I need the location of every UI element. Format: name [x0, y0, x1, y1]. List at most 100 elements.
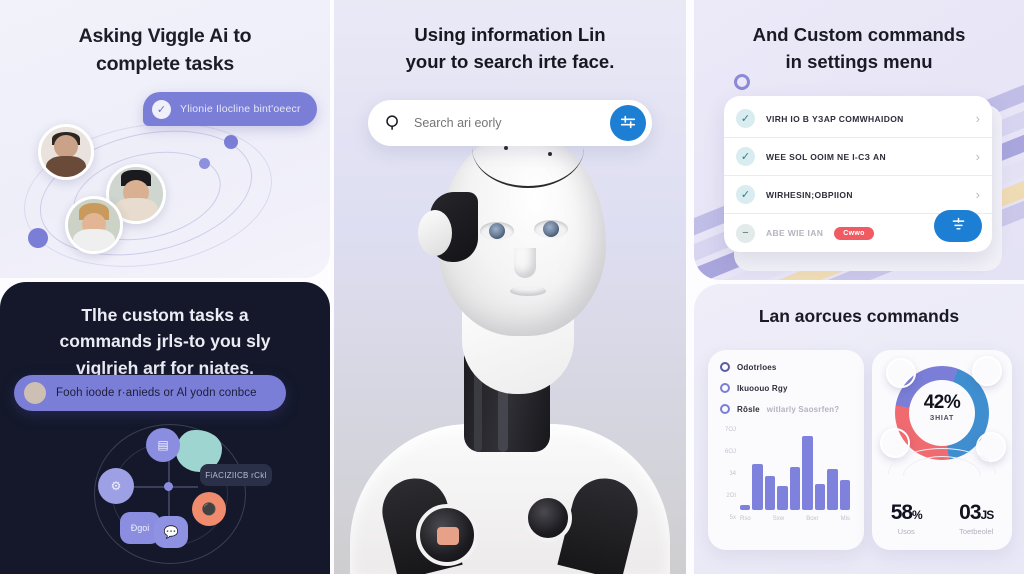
add-filter-icon [950, 216, 967, 236]
panel-asking-viggle: Asking Viggle Ai to complete tasks ✓ Yli… [0, 0, 330, 278]
search-bar[interactable] [368, 100, 652, 146]
minus-circle-icon: − [736, 223, 755, 243]
stat-value: 58% [890, 501, 923, 525]
search-input[interactable] [402, 116, 610, 130]
panel-asking-title: Asking Viggle Ai to complete tasks [0, 22, 330, 79]
panel-settings-title-line1: And Custom commands [752, 24, 966, 45]
bar [740, 505, 751, 510]
settings-row[interactable]: ✓ VIRΗ IΟ Β YЗAP COMWHAIDON › [724, 100, 992, 138]
search-action-button[interactable] [610, 105, 646, 141]
avatar[interactable] [972, 356, 1002, 386]
avatar[interactable] [65, 196, 123, 254]
y-tick-label: 5x [729, 515, 736, 521]
orbit-dot [199, 158, 210, 169]
legend-label: Odotrloes [737, 362, 777, 372]
legend-sublabel: witlarly Ѕaosrfen? [766, 404, 840, 414]
add-filter-button[interactable] [934, 210, 982, 242]
panel-asking-title-line2: complete tasks [95, 53, 235, 76]
settings-row[interactable]: ✓ WEE SOL OOIM NE I-CЗ AN › [724, 138, 992, 176]
check-circle-icon: ✓ [736, 147, 755, 166]
legend-item: Ikuoouo Rgy [720, 383, 852, 393]
avatar[interactable] [38, 124, 94, 180]
legend-label: Ikuoouo Rgy [737, 383, 788, 393]
stat-number: 58 [890, 501, 913, 524]
screenshot-root: Asking Viggle Ai to complete tasks ✓ Yli… [0, 0, 1024, 574]
avatar [24, 382, 46, 404]
assistant-message-text: Ylionie Ilocline bint'oeecr [180, 103, 301, 115]
check-circle-icon: ✓ [736, 109, 755, 128]
orbit-dot [28, 228, 48, 248]
settings-row[interactable]: ✓ WIRHESIN;OВРIION › [724, 176, 992, 214]
network-center-node [164, 482, 173, 491]
legend-dot-icon [720, 362, 730, 372]
donut-center-labels: 42% ЗНIAT [872, 392, 1012, 422]
legend-item: Rôsle witlarly Ѕaosrfen? [720, 404, 852, 414]
stat-label: Toetbeolel [959, 527, 994, 536]
x-tick-label: Boxr [806, 516, 819, 522]
legend-label: Rôsle [737, 404, 760, 414]
bar-chart-plot: 7OJ 6OJ 34 2OI 5x Rso Sxw Boxr Mis [720, 422, 852, 526]
network-edge [132, 486, 168, 488]
bar [814, 483, 826, 510]
user-command-bubble[interactable]: Fooh ioode r·anieds or Al yodn conbce [14, 375, 286, 411]
doc-node-label: Đɡoi [130, 523, 150, 533]
bar-chart-card: Odotrloes Ikuoouo Rgy Rôsle witlarly Ѕao… [708, 350, 864, 550]
panel-search-robot: Using information Lin your to search irt… [334, 0, 686, 574]
check-circle-icon: ✓ [736, 185, 755, 204]
assistant-message-bubble[interactable]: ✓ Ylionie Ilocline bint'oeecr [143, 92, 317, 126]
panel-dark-title-line1: Tlhe custom tasks a [81, 305, 249, 325]
settings-row-label: WEE SOL OOIM NE I-CЗ AN [766, 151, 886, 162]
robot-head [418, 130, 606, 336]
circle-outline-icon [734, 74, 750, 90]
panel-center-title-line2: your to search irte face. [405, 50, 615, 72]
panel-custom-commands-settings: And Custom commands in settings menu ✓ V… [694, 0, 1024, 280]
chat-check-icon: ✓ [152, 99, 171, 119]
panel-center-title-line1: Using information Lin [414, 24, 606, 45]
bar [789, 466, 801, 510]
robot-head-dot [548, 152, 552, 156]
chart-legend: Odotrloes Ikuoouo Rgy Rôsle witlarly Ѕao… [720, 362, 852, 414]
sliders-node-icon[interactable]: ⚙ [98, 468, 134, 504]
panel-asking-title-line1: Asking Viggle Ai to [78, 25, 252, 47]
stat-unit: JS [980, 508, 995, 522]
robot-eye-right [534, 220, 568, 238]
grid-node-icon[interactable]: ▤ [146, 428, 180, 462]
y-axis: 7OJ 6OJ 34 2OI 5x [720, 422, 738, 521]
robot-eye-left [480, 222, 514, 240]
bar [802, 435, 813, 510]
chat-node-icon[interactable]: 💬 [154, 516, 188, 548]
settings-row-label: AВE WIE ІAN [766, 228, 824, 238]
stat-unit: % [912, 508, 923, 522]
x-tick-label: Mis [840, 516, 850, 522]
legend-dot-icon [720, 404, 730, 414]
robot-head-seam [472, 148, 584, 188]
y-tick-label: 7OJ [724, 427, 736, 433]
legend-item: Odotrloes [720, 362, 852, 372]
bar [777, 486, 788, 510]
x-axis: Rso Sxw Boxr Mis [740, 512, 850, 526]
bar-series [740, 426, 850, 510]
chevron-right-icon: › [975, 149, 980, 164]
donut-percent: 42% [923, 392, 961, 413]
panel-dark-title: Tlhe custom tasks a commands jrl­s‑to yo… [14, 302, 316, 381]
robot-ear [418, 192, 478, 262]
panel-dashboard-title: Lan aorcues commands [758, 306, 960, 326]
robot-illustration [334, 104, 686, 574]
filter-icon [619, 113, 637, 134]
network-diagram: ▤ ⚙ Đɡoi 💬 ⚫ FiACIZIICB rCkا [88, 420, 278, 570]
donut-stats-card: 42% ЗНIAT 58% Usos 03JS Toetbeolel [872, 350, 1012, 550]
panel-center-title: Using information Lin your to search irt… [348, 22, 672, 76]
stat-row: 58% Usos 03JS Toetbeolel [872, 501, 1012, 536]
robot-head-dot [504, 146, 508, 150]
robot-mouth [510, 286, 546, 296]
avatar[interactable] [886, 358, 916, 388]
y-tick-label: 2OI [726, 493, 736, 499]
x-tick-label: Sxw [772, 516, 785, 522]
person-node-icon[interactable]: ⚫ [192, 492, 226, 526]
bar [827, 469, 838, 510]
y-tick-label: 6OJ [724, 449, 736, 455]
robot-nose [514, 248, 536, 278]
panel-dashboard: Lan aorcues commands Odotrloes Ikuoouo R… [694, 284, 1024, 574]
panel-settings-title: And Custom commands in settings menu [704, 22, 1014, 76]
search-icon [384, 114, 402, 132]
